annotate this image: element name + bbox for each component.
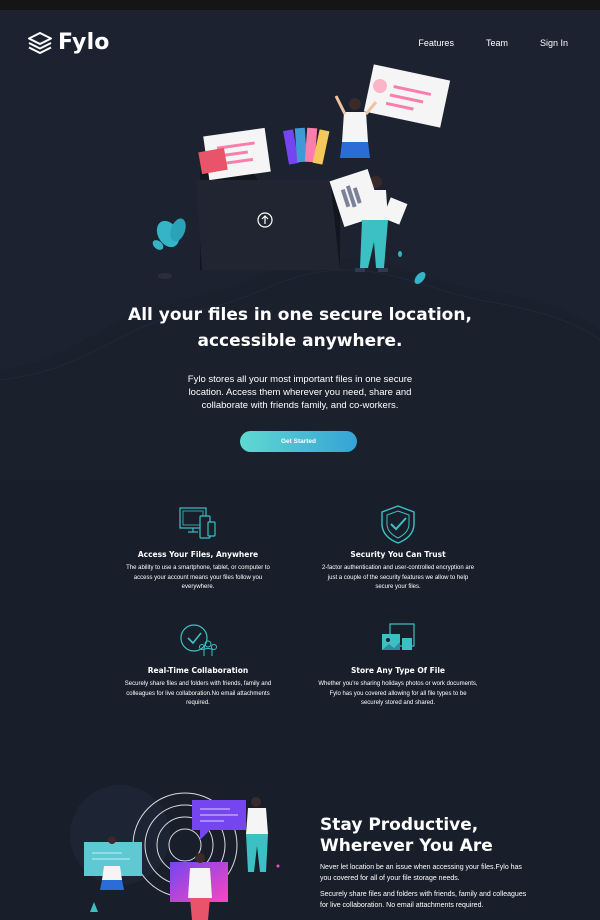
nav-features-link[interactable]: Features: [418, 38, 454, 48]
main-nav: Features Team Sign In: [418, 38, 568, 48]
nav-signin-link[interactable]: Sign In: [540, 38, 568, 48]
productive-paragraph-2: Securely share files and folders with fr…: [320, 891, 527, 909]
get-started-button[interactable]: Get Started: [240, 431, 357, 452]
productive-title: Stay Productive, Wherever You Are: [320, 815, 570, 857]
file-types-icon: [382, 623, 415, 650]
feature-text: Securely share files and folders with fr…: [124, 681, 272, 706]
fylo-logo[interactable]: Fylo: [28, 30, 110, 55]
feature-text: The ability to use a smartphone, tablet,…: [126, 565, 270, 590]
feature-file-types: Store Any Type Of File Whether you're sh…: [318, 620, 478, 709]
hero-title-line1: All your files in one secure location,: [128, 305, 472, 325]
feature-access-files: Access Your Files, Anywhere The ability …: [118, 504, 278, 593]
hero-description: Fylo stores all your most important file…: [187, 374, 413, 411]
person-with-documents: [329, 168, 408, 272]
feature-title: Access Your Files, Anywhere: [137, 550, 259, 559]
feature-title: Security You Can Trust: [350, 550, 446, 559]
feature-title: Store Any Type Of File: [351, 666, 445, 675]
shield-check-icon: [381, 505, 415, 544]
browser-top-strip: [0, 0, 600, 10]
nav-team-link[interactable]: Team: [486, 38, 508, 48]
productive-title-line2: Wherever You Are: [320, 836, 493, 856]
feature-text: Whether you're sharing holidays photos o…: [318, 681, 478, 706]
brand-name: Fylo: [58, 30, 110, 55]
productive-illustration: [70, 785, 280, 920]
feature-collaboration: Real-Time Collaboration Securely share f…: [118, 620, 278, 709]
collaboration-icon: [180, 624, 217, 656]
person-holding-paper: [334, 64, 451, 158]
feature-security: Security You Can Trust 2-factor authenti…: [318, 504, 478, 593]
plant-illustration: [152, 218, 186, 279]
layers-logo-icon: [28, 31, 52, 54]
hero-title: All your files in one secure location, a…: [100, 302, 500, 354]
feature-text: 2-factor authentication and user-control…: [321, 565, 475, 590]
productive-title-line1: Stay Productive,: [320, 815, 479, 835]
feature-title: Real-Time Collaboration: [147, 666, 249, 675]
hero-title-line2: accessible anywhere.: [197, 331, 403, 351]
hero-illustration: [152, 64, 451, 284]
productive-paragraph-1: Never let location be an issue when acce…: [320, 864, 522, 882]
devices-icon: [179, 507, 216, 539]
